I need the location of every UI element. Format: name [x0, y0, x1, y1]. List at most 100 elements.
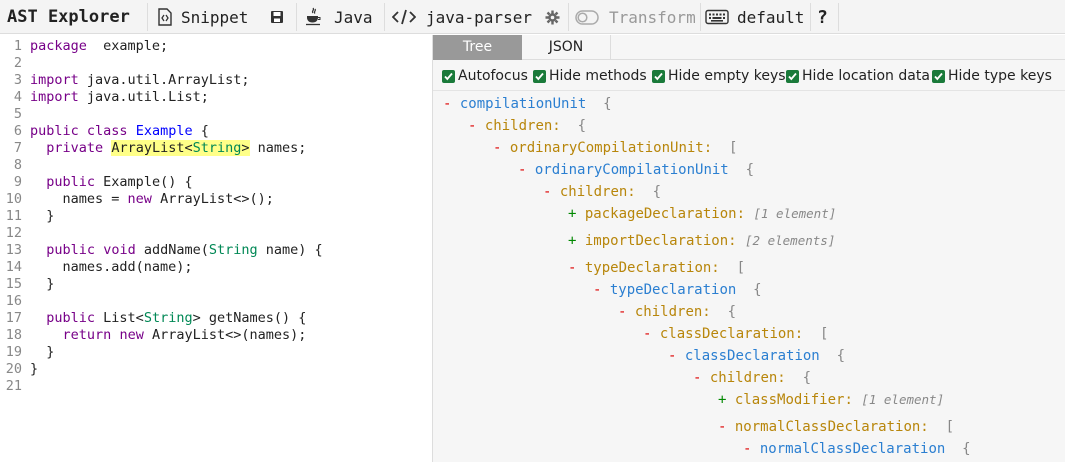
code-line[interactable]: 3 import java.util.ArrayList;	[0, 72, 432, 89]
checkbox-checked-icon[interactable]	[932, 69, 945, 83]
tree-node: - normalClassDeclaration: [	[718, 417, 954, 437]
tab-tree[interactable]: Tree	[433, 35, 522, 60]
node-type[interactable]: ordinaryCompilationUnit	[535, 162, 729, 178]
keymap-label: default	[737, 7, 805, 27]
java-icon	[304, 7, 322, 27]
code-editor[interactable]: 1 package example; 2 3 import java.util.Arra…	[0, 35, 432, 462]
collapse-toggle[interactable]: -	[568, 260, 576, 276]
option-autofocus[interactable]: Autofocus	[442, 67, 528, 85]
collapse-toggle[interactable]: -	[518, 162, 526, 178]
line-number: 2	[13, 55, 22, 71]
code-line[interactable]: 11 }	[0, 208, 432, 225]
node-key[interactable]: typeDeclaration:	[585, 260, 720, 276]
parser-select-button[interactable]: java-parser	[392, 0, 532, 34]
collapse-toggle[interactable]: -	[593, 282, 601, 298]
line-number: 12	[5, 225, 22, 241]
code-line[interactable]: 21	[0, 378, 432, 395]
code-line[interactable]: 8	[0, 157, 432, 174]
collapse-toggle[interactable]: -	[693, 370, 701, 386]
tab-json[interactable]: JSON	[522, 35, 611, 60]
code-line[interactable]: 4 import java.util.List;	[0, 89, 432, 106]
node-key[interactable]: classModifier:	[735, 392, 853, 408]
collapse-toggle[interactable]: -	[543, 184, 551, 200]
checkbox-checked-icon[interactable]	[652, 69, 665, 83]
line-number: 11	[5, 208, 22, 224]
transform-toggle[interactable]: Transform	[575, 0, 696, 34]
collapse-toggle[interactable]: -	[718, 419, 726, 435]
code-line[interactable]: 12	[0, 225, 432, 242]
code-token: return	[62, 327, 112, 343]
code-line[interactable]: 17 public List<String> getNames() {	[0, 310, 432, 327]
line-number: 20	[5, 361, 22, 377]
save-icon[interactable]	[270, 0, 284, 34]
code-token: public	[30, 123, 79, 139]
option-hide-methods[interactable]: Hide methods	[533, 67, 647, 85]
code-text: public List<String> getNames() {	[30, 310, 306, 327]
code-line[interactable]: 1 package example;	[0, 38, 432, 55]
code-line[interactable]: 2	[0, 55, 432, 72]
collapse-toggle[interactable]: -	[668, 348, 676, 364]
code-line[interactable]: 18 return new ArrayList<>(names);	[0, 327, 432, 344]
collapsed-summary[interactable]: [1 element]	[861, 392, 944, 407]
collapse-toggle[interactable]: -	[643, 326, 651, 342]
code-text: package example;	[30, 38, 168, 55]
code-line[interactable]: 7 private ArrayList<String> names;	[0, 140, 432, 157]
node-key[interactable]: importDeclaration:	[585, 233, 737, 249]
collapse-toggle[interactable]: -	[443, 96, 451, 112]
expand-toggle[interactable]: +	[568, 206, 576, 222]
collapsed-summary[interactable]: [1 element]	[753, 206, 836, 221]
node-type[interactable]: classDeclaration	[685, 348, 820, 364]
toolbar-divider	[384, 3, 385, 31]
node-type[interactable]: typeDeclaration	[610, 282, 736, 298]
node-key[interactable]: ordinaryCompilationUnit:	[510, 140, 712, 156]
help-button[interactable]: ?	[817, 0, 828, 34]
line-number: 7	[13, 140, 22, 156]
code-line[interactable]: 15 }	[0, 276, 432, 293]
language-select-button[interactable]: Java	[304, 0, 373, 34]
code-line[interactable]: 20}	[0, 361, 432, 378]
code-token: import	[30, 89, 79, 105]
parser-settings-gear-icon[interactable]	[545, 0, 560, 34]
checkbox-checked-icon[interactable]	[442, 69, 455, 83]
option-hide-type-keys[interactable]: Hide type keys	[932, 67, 1052, 85]
collapse-toggle[interactable]: -	[468, 118, 476, 134]
node-type[interactable]: compilationUnit	[460, 96, 586, 112]
keymap-select-button[interactable]: default	[705, 0, 804, 34]
checkbox-checked-icon[interactable]	[786, 69, 799, 83]
node-type[interactable]: normalClassDeclaration	[760, 441, 945, 457]
option-hide-empty-keys[interactable]: Hide empty keys	[652, 67, 786, 85]
snippet-menu-button[interactable]: Snippet	[157, 0, 248, 34]
expand-toggle[interactable]: +	[568, 233, 576, 249]
code-token: ArrayList<>();	[151, 191, 274, 207]
node-key[interactable]: packageDeclaration:	[585, 206, 745, 222]
option-hide-location-data[interactable]: Hide location data	[786, 67, 930, 85]
code-line[interactable]: 19 }	[0, 344, 432, 361]
collapse-toggle[interactable]: -	[493, 140, 501, 156]
code-line[interactable]: 5	[0, 106, 432, 123]
code-line[interactable]: 6 public class Example {	[0, 123, 432, 140]
node-key[interactable]: children:	[710, 370, 786, 386]
expand-toggle[interactable]: +	[718, 392, 726, 408]
code-line[interactable]: 9 public Example() {	[0, 174, 432, 191]
code-line[interactable]: 10 names = new ArrayList<>();	[0, 191, 432, 208]
collapsed-summary[interactable]: [2 elements]	[745, 233, 835, 248]
node-key[interactable]: classDeclaration:	[660, 326, 803, 342]
code-text: import java.util.List;	[30, 89, 209, 106]
line-number: 9	[13, 174, 22, 190]
code-line[interactable]: 16	[0, 293, 432, 310]
option-label: Hide type keys	[948, 68, 1052, 84]
node-key[interactable]: children:	[560, 184, 636, 200]
code-text: public Example() {	[30, 174, 192, 191]
toolbar-divider	[147, 3, 148, 31]
code-line[interactable]: 14 names.add(name);	[0, 259, 432, 276]
node-key[interactable]: children:	[485, 118, 561, 134]
tree-node: - classDeclaration: [	[643, 324, 828, 344]
collapse-toggle[interactable]: -	[618, 304, 626, 320]
node-key[interactable]: children:	[635, 304, 711, 320]
code-line[interactable]: 13 public void addName(String name) {	[0, 242, 432, 259]
code-token: import	[30, 72, 79, 88]
node-key[interactable]: normalClassDeclaration:	[735, 419, 929, 435]
collapse-toggle[interactable]: -	[743, 441, 751, 457]
checkbox-checked-icon[interactable]	[533, 69, 546, 83]
